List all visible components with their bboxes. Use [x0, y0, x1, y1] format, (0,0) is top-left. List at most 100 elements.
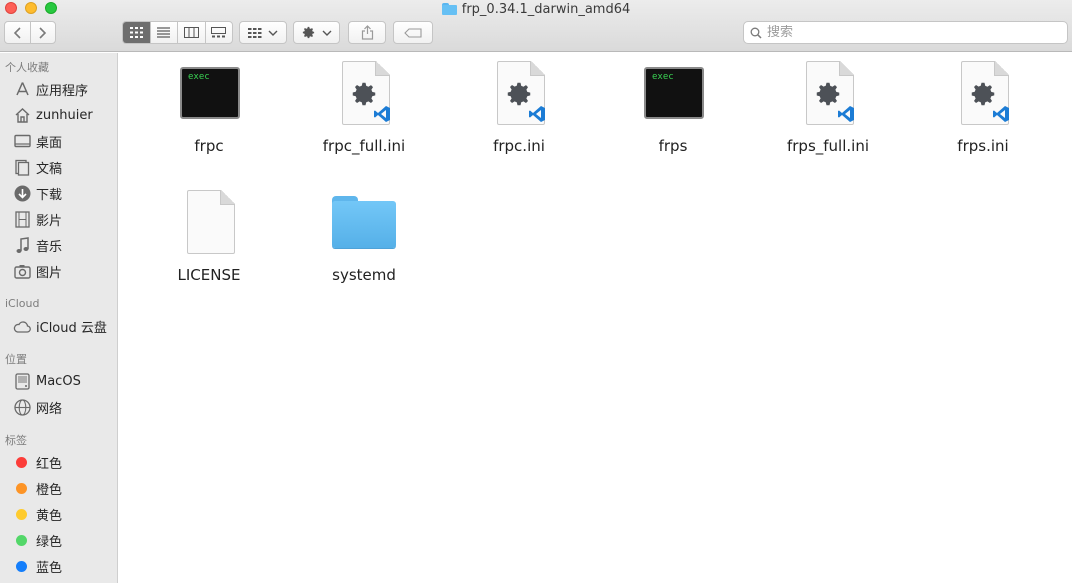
sidebar-item-label: 下载 — [36, 187, 63, 203]
view-mode-selector — [122, 21, 233, 44]
folder-icon — [441, 3, 457, 15]
tag-blue-dot-icon — [16, 560, 27, 572]
sidebar-item-icloud-drive[interactable]: iCloud 云盘 — [0, 314, 117, 338]
file-item-frpc[interactable]: exec frpc — [149, 59, 269, 155]
sidebar-item-desktop[interactable]: 桌面 — [0, 129, 117, 153]
chevron-down-icon — [268, 30, 278, 36]
sidebar-item-label: 文稿 — [36, 161, 63, 177]
terminal-exec-icon: exec — [644, 67, 704, 119]
file-name: frpc_full.ini — [322, 137, 406, 155]
chevron-right-icon — [39, 26, 47, 39]
sidebar-item-tag-blue[interactable]: 蓝色 — [0, 554, 117, 578]
file-name: frpc — [194, 137, 224, 155]
movies-icon — [13, 210, 31, 228]
file-icon — [174, 188, 244, 258]
sidebar-section-locations: 位置 — [5, 353, 27, 366]
sidebar-item-label: 桌面 — [36, 135, 63, 151]
cloud-icon — [13, 317, 31, 335]
exec-badge: exec — [652, 72, 674, 82]
sidebar-item-label: 图片 — [36, 265, 63, 281]
vscode-badge-icon — [838, 106, 854, 122]
file-item-license[interactable]: LICENSE — [149, 188, 269, 284]
vscode-badge-icon — [529, 106, 545, 122]
sidebar-item-tag-orange[interactable]: 橙色 — [0, 476, 117, 500]
list-view-button[interactable] — [149, 22, 178, 43]
file-name: frpc.ini — [493, 137, 545, 155]
sidebar-item-tag-red[interactable]: 红色 — [0, 450, 117, 474]
file-icon: exec — [638, 59, 708, 129]
columns-icon — [183, 27, 199, 38]
window-title-area: frp_0.34.1_darwin_amd64 — [0, 0, 1072, 18]
sidebar-item-movies[interactable]: 影片 — [0, 207, 117, 231]
list-icon — [157, 27, 171, 38]
sidebar-item-label: zunhuier — [36, 107, 93, 123]
file-icon — [329, 59, 399, 129]
action-menu-button[interactable] — [293, 21, 340, 44]
search-input[interactable] — [767, 25, 1057, 40]
share-icon — [361, 25, 373, 40]
terminal-exec-icon: exec — [180, 67, 240, 119]
forward-button[interactable] — [29, 22, 56, 43]
file-item-frps[interactable]: exec frps — [613, 59, 733, 155]
sidebar-item-macos[interactable]: MacOS — [0, 369, 117, 393]
file-name: systemd — [332, 266, 396, 284]
vscode-badge-icon — [993, 106, 1009, 122]
sidebar-item-tag-green[interactable]: 绿色 — [0, 528, 117, 552]
sidebar-item-pictures[interactable]: 图片 — [0, 259, 117, 283]
share-button[interactable] — [348, 21, 386, 44]
file-item-frpc-full-ini[interactable]: frpc_full.ini — [304, 59, 424, 155]
sidebar-item-label: 影片 — [36, 213, 63, 229]
folder-icon — [332, 196, 396, 248]
blank-document-icon — [187, 190, 235, 254]
window-title: frp_0.34.1_darwin_amd64 — [461, 1, 631, 17]
sidebar-item-applications[interactable]: 应用程序 — [0, 77, 117, 101]
sidebar-item-label: 音乐 — [36, 239, 63, 255]
title-bar: frp_0.34.1_darwin_amd64 — [0, 0, 1072, 52]
sidebar-item-label: 绿色 — [36, 534, 63, 550]
sidebar-item-documents[interactable]: 文稿 — [0, 155, 117, 179]
navigation-buttons — [4, 21, 56, 44]
sidebar-item-network[interactable]: 网络 — [0, 395, 117, 419]
file-item-frps-full-ini[interactable]: frps_full.ini — [768, 59, 888, 155]
file-item-frps-ini[interactable]: frps.ini — [923, 59, 1043, 155]
icon-view-button[interactable] — [123, 22, 150, 43]
pictures-icon — [13, 262, 31, 280]
sidebar-section-tags: 标签 — [5, 434, 27, 447]
sidebar-section-icloud: iCloud — [5, 297, 40, 310]
file-name: LICENSE — [177, 266, 241, 284]
sidebar-item-label: 黄色 — [36, 508, 63, 524]
sidebar-item-downloads[interactable]: 下载 — [0, 181, 117, 205]
tag-orange-dot-icon — [16, 482, 27, 494]
chevron-left-icon — [13, 26, 21, 39]
tag-yellow-dot-icon — [16, 508, 27, 520]
disk-icon — [13, 372, 31, 390]
file-browser-content: exec frpc frpc_full.ini frpc.ini exec fr… — [119, 53, 1072, 583]
home-icon — [13, 106, 31, 124]
tag-green-dot-icon — [16, 534, 27, 546]
vscode-badge-icon — [374, 106, 390, 122]
file-item-systemd[interactable]: systemd — [304, 188, 424, 284]
group-by-button[interactable] — [239, 21, 287, 44]
search-field[interactable] — [743, 21, 1068, 44]
file-name: frps.ini — [957, 137, 1009, 155]
sidebar-item-tag-yellow[interactable]: 黄色 — [0, 502, 117, 526]
file-icon — [484, 59, 554, 129]
gallery-icon — [211, 27, 227, 38]
sidebar-item-music[interactable]: 音乐 — [0, 233, 117, 257]
sidebar-item-home[interactable]: zunhuier — [0, 103, 117, 127]
sidebar-section-favorites: 个人收藏 — [5, 61, 49, 74]
edit-tags-button[interactable] — [393, 21, 433, 44]
sidebar: 个人收藏 应用程序 zunhuier 桌面 文稿 下载 影片 音乐 图片 iCl… — [0, 53, 118, 583]
search-icon — [750, 27, 762, 39]
tag-red-dot-icon — [16, 456, 27, 468]
sidebar-item-label: 网络 — [36, 401, 63, 417]
gallery-view-button[interactable] — [204, 22, 233, 43]
sidebar-item-label: 蓝色 — [36, 560, 63, 576]
column-view-button[interactable] — [177, 22, 205, 43]
sidebar-item-label: 应用程序 — [36, 83, 89, 99]
network-icon — [13, 398, 31, 416]
file-name: frps — [658, 137, 688, 155]
grid-icon — [129, 27, 143, 38]
file-item-frpc-ini[interactable]: frpc.ini — [459, 59, 579, 155]
back-button[interactable] — [5, 22, 30, 43]
